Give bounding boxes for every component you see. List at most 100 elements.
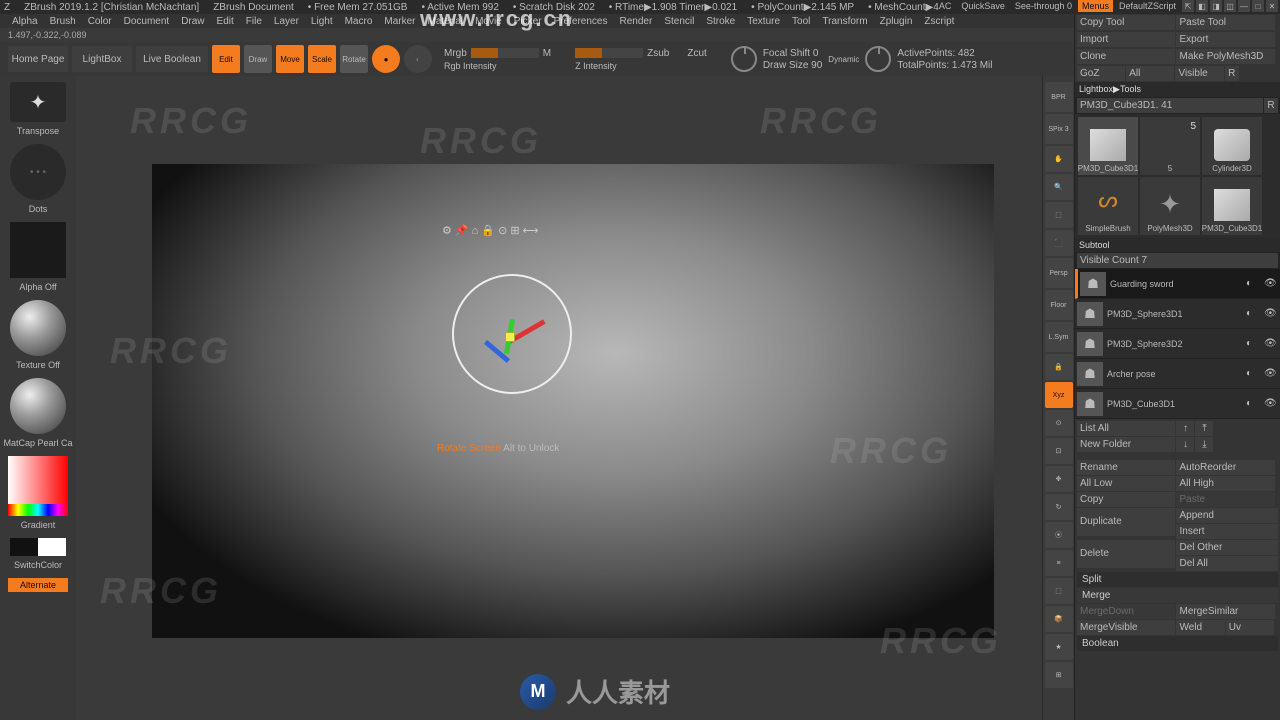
paste-tool-button[interactable]: Paste Tool [1176, 15, 1274, 30]
visibility-icon[interactable]: 👁 [1264, 368, 1278, 379]
material-thumbnail[interactable] [10, 378, 66, 434]
seethrough-slider[interactable]: See-through 0 [1011, 0, 1076, 12]
maximize-icon[interactable]: □ [1252, 0, 1264, 12]
lightbox-tools-bar[interactable]: Lightbox▶Tools [1075, 82, 1280, 97]
paint-icon[interactable]: ◐ [1246, 338, 1260, 349]
color-swatches[interactable] [10, 538, 66, 556]
visibility-icon[interactable]: 👁 [1264, 398, 1278, 409]
gizmo-toolbar[interactable]: ⚙ 📌 ⌂ 🔒 ⊙ ⊞ ⟷ [442, 224, 538, 237]
paint-icon[interactable]: ◐ [1246, 278, 1260, 289]
copy-tool-button[interactable]: Copy Tool [1077, 15, 1175, 30]
split-section[interactable]: Split [1077, 572, 1278, 587]
autoreorder-button[interactable]: AutoReorder [1176, 460, 1274, 475]
texture-thumbnail[interactable] [10, 300, 66, 356]
menu-zscript[interactable]: Zscript [918, 16, 960, 27]
rightcol---icon[interactable]: ⊞ [1045, 662, 1073, 688]
subtool-row-1[interactable]: ☗PM3D_Sphere3D1◐👁 [1075, 299, 1280, 329]
focal-shift-slider[interactable]: Focal Shift 0 [763, 48, 822, 59]
transpose-icon[interactable]: ✦ [10, 82, 66, 122]
menu-alpha[interactable]: Alpha [6, 16, 44, 27]
menu-macro[interactable]: Macro [339, 16, 379, 27]
tool-thumb-2[interactable]: Cylinder3D [1202, 117, 1262, 175]
rightcol-spix-3-icon[interactable]: SPix 3 [1045, 114, 1073, 144]
rightcol---icon[interactable]: ≡ [1045, 550, 1073, 576]
del-other-button[interactable]: Del Other [1176, 540, 1278, 555]
export-button[interactable]: Export [1176, 32, 1274, 47]
merge-section[interactable]: Merge [1077, 588, 1278, 603]
gizmo-center-icon[interactable] [505, 332, 515, 342]
list-all-button[interactable]: List All [1077, 421, 1175, 436]
merge-visible-button[interactable]: MergeVisible [1077, 620, 1175, 635]
visibility-icon[interactable]: 👁 [1264, 338, 1278, 349]
menu-transform[interactable]: Transform [816, 16, 873, 27]
restore-icon[interactable]: ◫ [1224, 0, 1236, 12]
paint-icon[interactable]: ◐ [1246, 368, 1260, 379]
rightcol---icon[interactable]: ⬚ [1045, 202, 1073, 228]
move-up-icon[interactable]: ↑ [1176, 421, 1194, 436]
uv-toggle[interactable]: Uv [1226, 620, 1274, 635]
rgb-button[interactable]: Rgb [471, 48, 539, 58]
visibility-icon[interactable]: 👁 [1264, 278, 1278, 289]
rightcol---icon[interactable]: ⊙ [1045, 410, 1073, 436]
rgb-intensity-label[interactable]: Rgb Intensity [444, 61, 551, 71]
menu-tool[interactable]: Tool [786, 16, 816, 27]
half-down-icon[interactable]: ◨ [1210, 0, 1222, 12]
rightcol---icon[interactable]: ⊡ [1045, 438, 1073, 464]
menu-light[interactable]: Light [305, 16, 339, 27]
move-mode-button[interactable]: Move [276, 45, 304, 73]
m-button[interactable]: M [543, 48, 551, 59]
tool-r-button[interactable]: R [1264, 98, 1278, 113]
goz-all-button[interactable]: All [1126, 66, 1174, 81]
tool-name-field[interactable]: PM3D_Cube3D1. 41 [1077, 98, 1263, 113]
tool-thumb-1[interactable]: 55 [1140, 117, 1200, 175]
rightcol---icon[interactable]: 🔍 [1045, 174, 1073, 200]
merge-similar-button[interactable]: MergeSimilar [1176, 604, 1274, 619]
del-all-button[interactable]: Del All [1176, 556, 1278, 571]
menu-edit[interactable]: Edit [211, 16, 240, 27]
boolean-section[interactable]: Boolean [1077, 636, 1278, 651]
half-up-icon[interactable]: ◧ [1196, 0, 1208, 12]
new-folder-button[interactable]: New Folder [1077, 437, 1175, 452]
focal-knob-icon[interactable] [731, 46, 757, 72]
rightcol-persp-icon[interactable]: Persp [1045, 258, 1073, 288]
scale-mode-button[interactable]: Scale [308, 45, 336, 73]
rotate-mode-button[interactable]: Rotate [340, 45, 368, 73]
delete-button[interactable]: Delete [1077, 540, 1175, 568]
zsub-button[interactable]: Zsub [647, 48, 669, 59]
edit-mode-button[interactable]: Edit [212, 45, 240, 73]
menu-zplugin[interactable]: Zplugin [874, 16, 919, 27]
tool-thumb-4[interactable]: ✦PolyMesh3D [1140, 177, 1200, 235]
viewport-canvas[interactable]: ⚙ 📌 ⌂ 🔒 ⊙ ⊞ ⟷ Rotate Screen Alt to Unloc… [152, 164, 994, 638]
live-boolean-button[interactable]: Live Boolean [136, 46, 208, 72]
quicksave-button[interactable]: QuickSave [957, 0, 1009, 12]
zcut-button[interactable]: Zcut [687, 48, 706, 59]
drawsize-knob-icon[interactable] [865, 46, 891, 72]
move-top-icon[interactable]: ⤒ [1195, 421, 1213, 436]
subtool-header[interactable]: Subtool [1075, 238, 1280, 252]
rightcol---icon[interactable]: ✥ [1045, 466, 1073, 492]
alpha-thumbnail[interactable] [10, 222, 66, 278]
menu-stencil[interactable]: Stencil [658, 16, 700, 27]
rightcol---icon[interactable]: 📦 [1045, 606, 1073, 632]
paste-button[interactable]: Paste [1176, 492, 1274, 507]
insert-button[interactable]: Insert [1176, 524, 1278, 539]
rightcol-bpr-icon[interactable]: BPR [1045, 82, 1073, 112]
copy-button[interactable]: Copy [1077, 492, 1175, 507]
paint-icon[interactable]: ◐ [1246, 398, 1260, 409]
zadd-button[interactable]: Zadd [575, 48, 643, 58]
mrgb-label[interactable]: Mrgb [444, 48, 467, 59]
color-picker[interactable] [8, 456, 68, 516]
rightcol---icon[interactable]: ⬛ [1045, 230, 1073, 256]
rightcol---icon[interactable]: ★ [1045, 634, 1073, 660]
all-low-button[interactable]: All Low [1077, 476, 1175, 491]
tool-thumb-3[interactable]: ᔕSimpleBrush [1078, 177, 1138, 235]
sculptris-icon[interactable]: ◐ [404, 45, 432, 73]
rightcol---icon[interactable]: ✋ [1045, 146, 1073, 172]
subtool-row-2[interactable]: ☗PM3D_Sphere3D2◐👁 [1075, 329, 1280, 359]
append-button[interactable]: Append [1176, 508, 1278, 523]
menu-draw[interactable]: Draw [175, 16, 210, 27]
rename-button[interactable]: Rename [1077, 460, 1175, 475]
subtool-row-0[interactable]: ☗Guarding sword◐👁 [1075, 269, 1280, 299]
gizmo-button[interactable]: ● [372, 45, 400, 73]
rightcol-xyz-icon[interactable]: Xyz [1045, 382, 1073, 408]
